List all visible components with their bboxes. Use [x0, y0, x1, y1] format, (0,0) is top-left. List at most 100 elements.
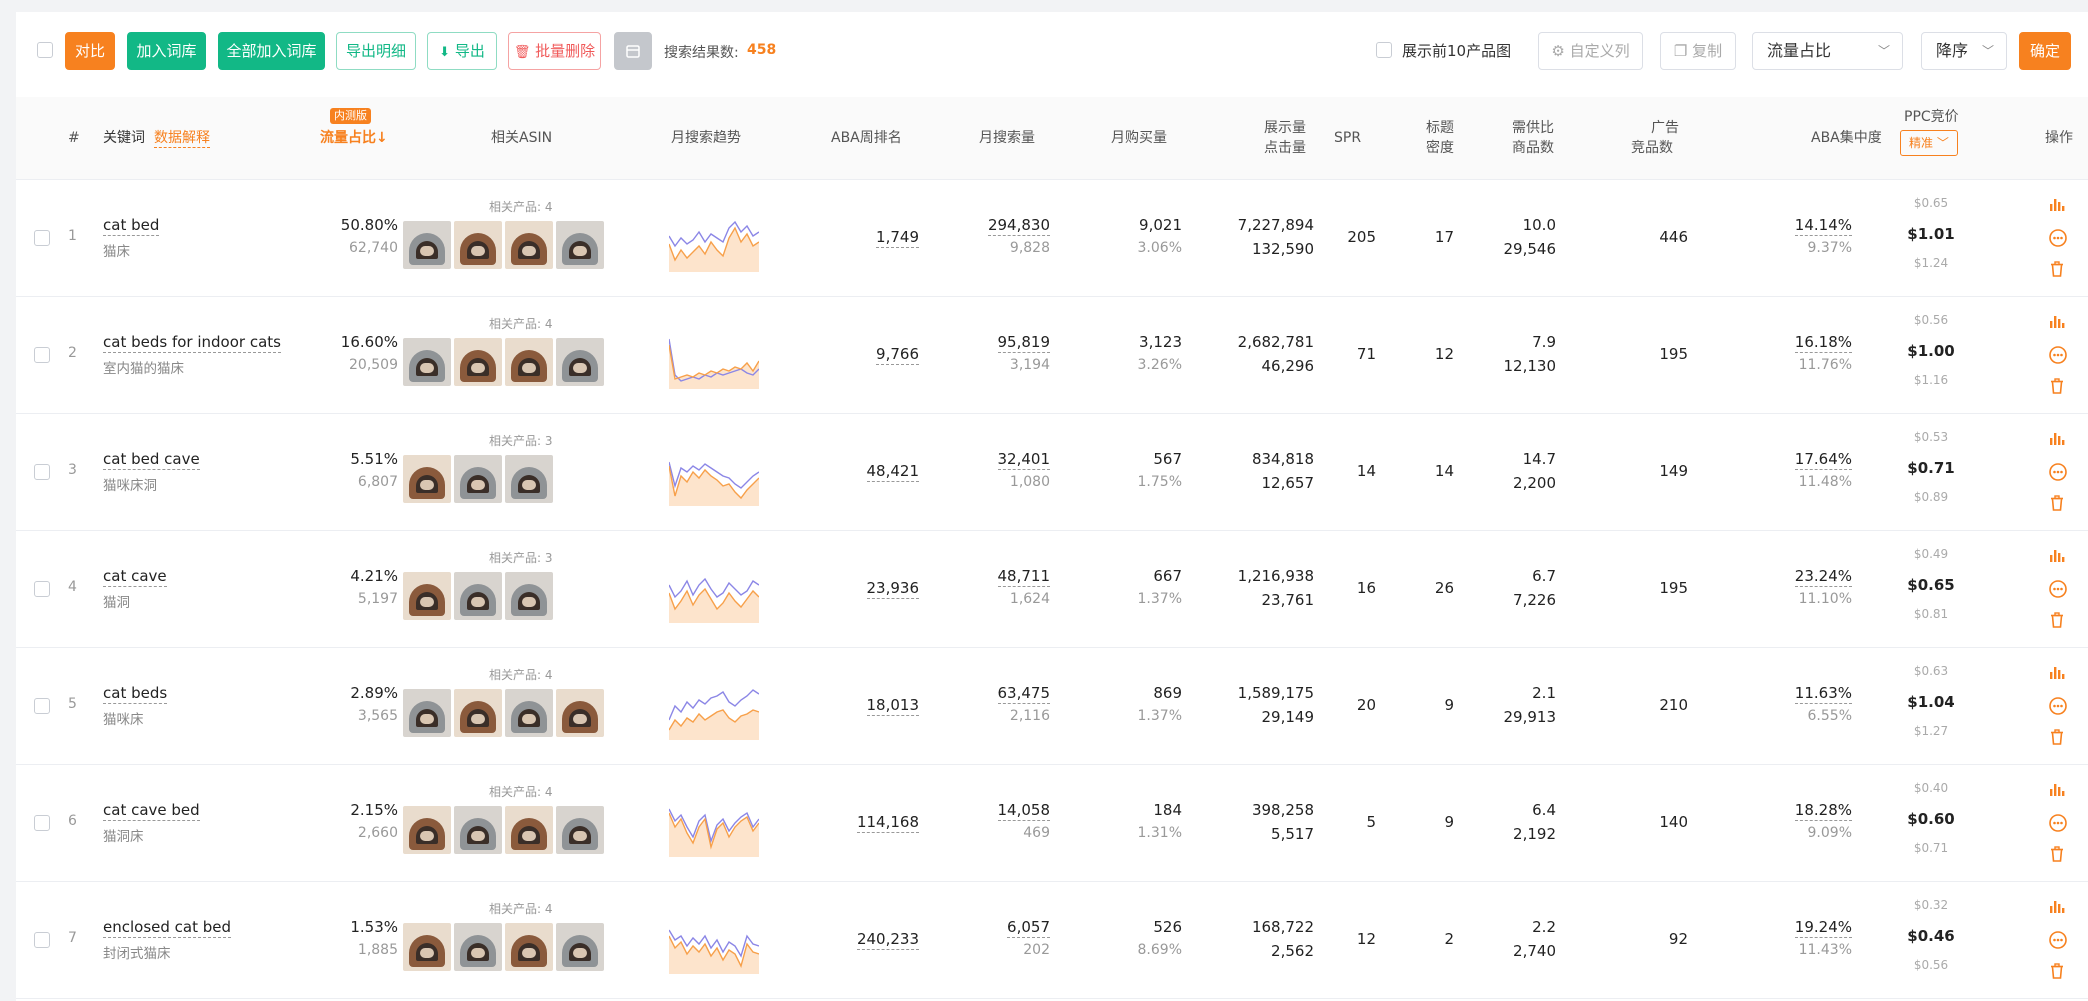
product-thumbnail[interactable]	[505, 806, 553, 854]
col-monthly-search[interactable]: 月搜索量	[979, 129, 1035, 147]
data-explain-link[interactable]: 数据解释	[154, 129, 210, 148]
table-row[interactable]: 5 cat beds 猫咪床 2.89% 3,565 相关产品: 4 18,013 63,4…	[16, 648, 2088, 765]
sort-order-select[interactable]: 降序 ﹀	[1921, 32, 2007, 70]
keyword-link[interactable]: cat cave	[103, 567, 167, 587]
product-thumbnail[interactable]	[556, 689, 604, 737]
monthly-search[interactable]: 14,058	[997, 801, 1050, 821]
product-thumbnail[interactable]	[403, 221, 451, 269]
keyword-link[interactable]: cat cave bed	[103, 801, 200, 821]
product-thumbnail[interactable]	[556, 923, 604, 971]
product-thumbnail[interactable]	[556, 338, 604, 386]
compare-button[interactable]: 对比	[65, 32, 115, 70]
col-aba-rank[interactable]: ABA周排名	[831, 129, 902, 147]
export-detail-button[interactable]: 导出明细	[336, 32, 416, 70]
monthly-search[interactable]: 32,401	[997, 450, 1050, 470]
aba-concentration[interactable]: 11.63%	[1794, 684, 1852, 704]
product-thumbnail[interactable]	[403, 806, 451, 854]
product-thumbnail[interactable]	[505, 689, 553, 737]
delete-action-button[interactable]	[2048, 845, 2068, 863]
product-thumbnail[interactable]	[454, 923, 502, 971]
table-row[interactable]: 1 cat bed 猫床 50.80% 62,740 相关产品: 4 1,749 294,8…	[16, 180, 2088, 297]
monthly-trend-chart[interactable]	[669, 206, 759, 272]
aba-rank[interactable]: 9,766	[876, 345, 919, 365]
table-row[interactable]: 2 cat beds for indoor cats 室内猫的猫床 16.60% 20,…	[16, 297, 2088, 414]
monthly-trend-chart[interactable]	[669, 440, 759, 506]
ppc-mode-select[interactable]: 精准 ﹀	[1900, 130, 1958, 156]
monthly-search[interactable]: 6,057	[1007, 918, 1050, 938]
table-row[interactable]: 6 cat cave bed 猫洞床 2.15% 2,660 相关产品: 4 114,16…	[16, 765, 2088, 882]
more-action-button[interactable]	[2048, 930, 2068, 950]
product-thumbnail[interactable]	[505, 338, 553, 386]
chart-action-button[interactable]	[2048, 898, 2068, 914]
more-action-button[interactable]	[2048, 345, 2068, 365]
export-button[interactable]: ⬇ 导出	[427, 32, 497, 70]
aba-concentration[interactable]: 16.18%	[1794, 333, 1852, 353]
confirm-button[interactable]: 确定	[2019, 32, 2071, 70]
add-all-to-library-button[interactable]: 全部加入词库	[218, 32, 325, 70]
col-impressions[interactable]: 展示量	[1254, 119, 1306, 137]
col-monthly-purchase[interactable]: 月购买量	[1111, 129, 1167, 147]
delete-action-button[interactable]	[2048, 962, 2068, 980]
product-thumbnail[interactable]	[403, 338, 451, 386]
monthly-search[interactable]: 48,711	[997, 567, 1050, 587]
col-supply-ratio[interactable]: 需供比	[1512, 119, 1554, 137]
chart-action-button[interactable]	[2048, 430, 2068, 446]
delete-action-button[interactable]	[2048, 611, 2068, 629]
aba-rank[interactable]: 48,421	[866, 462, 919, 482]
row-checkbox[interactable]	[34, 230, 50, 246]
product-thumbnail[interactable]	[454, 455, 502, 503]
product-thumbnail[interactable]	[505, 455, 553, 503]
monthly-search[interactable]: 95,819	[997, 333, 1050, 353]
col-clicks[interactable]: 点击量	[1254, 139, 1306, 157]
aba-concentration[interactable]: 23.24%	[1794, 567, 1852, 587]
product-thumbnail[interactable]	[454, 221, 502, 269]
product-thumbnail[interactable]	[403, 572, 451, 620]
product-thumbnail[interactable]	[454, 806, 502, 854]
sort-field-select[interactable]: 流量占比 ﹀	[1752, 32, 1903, 70]
product-thumbnail[interactable]	[403, 923, 451, 971]
more-action-button[interactable]	[2048, 462, 2068, 482]
row-checkbox[interactable]	[34, 698, 50, 714]
col-traffic-share[interactable]: 流量占比↓	[320, 129, 388, 147]
chart-action-button[interactable]	[2048, 196, 2068, 212]
col-title-density-line1[interactable]: 标题	[1426, 119, 1454, 137]
more-action-button[interactable]	[2048, 813, 2068, 833]
row-checkbox[interactable]	[34, 347, 50, 363]
row-checkbox[interactable]	[34, 581, 50, 597]
product-thumbnail[interactable]	[556, 806, 604, 854]
add-to-library-button[interactable]: 加入词库	[127, 32, 206, 70]
delete-action-button[interactable]	[2048, 494, 2068, 512]
table-row[interactable]: 7 enclosed cat bed 封闭式猫床 1.53% 1,885 相关产品: 4 …	[16, 882, 2088, 999]
table-row[interactable]: 4 cat cave 猫洞 4.21% 5,197 相关产品: 3 23,936 48,71…	[16, 531, 2088, 648]
chart-action-button[interactable]	[2048, 547, 2068, 563]
keyword-link[interactable]: cat bed	[103, 216, 160, 236]
col-ad-line1[interactable]: 广告	[1651, 119, 1679, 137]
keyword-link[interactable]: cat beds for indoor cats	[103, 333, 281, 353]
monthly-trend-chart[interactable]	[669, 908, 759, 974]
delete-action-button[interactable]	[2048, 728, 2068, 746]
chart-action-button[interactable]	[2048, 781, 2068, 797]
custom-columns-button[interactable]: ⚙ 自定义列	[1538, 32, 1643, 70]
delete-action-button[interactable]	[2048, 377, 2068, 395]
product-thumbnail[interactable]	[454, 338, 502, 386]
row-checkbox[interactable]	[34, 815, 50, 831]
col-aba-concentration[interactable]: ABA集中度	[1811, 129, 1882, 147]
monthly-trend-chart[interactable]	[669, 791, 759, 857]
product-thumbnail[interactable]	[454, 689, 502, 737]
monthly-search[interactable]: 294,830	[987, 216, 1050, 236]
monthly-trend-chart[interactable]	[669, 323, 759, 389]
monthly-search[interactable]: 63,475	[997, 684, 1050, 704]
copy-button[interactable]: ❐ 复制	[1660, 32, 1736, 70]
aba-rank[interactable]: 1,749	[876, 228, 919, 248]
chart-action-button[interactable]	[2048, 664, 2068, 680]
delete-action-button[interactable]	[2048, 260, 2068, 278]
product-thumbnail[interactable]	[505, 923, 553, 971]
aba-concentration[interactable]: 19.24%	[1794, 918, 1852, 938]
aba-concentration[interactable]: 18.28%	[1794, 801, 1852, 821]
row-checkbox[interactable]	[34, 932, 50, 948]
col-spr[interactable]: SPR	[1334, 129, 1361, 147]
product-thumbnail[interactable]	[505, 221, 553, 269]
aba-concentration[interactable]: 14.14%	[1794, 216, 1852, 236]
col-keyword[interactable]: 关键词	[103, 129, 145, 147]
keyword-link[interactable]: cat beds	[103, 684, 168, 704]
